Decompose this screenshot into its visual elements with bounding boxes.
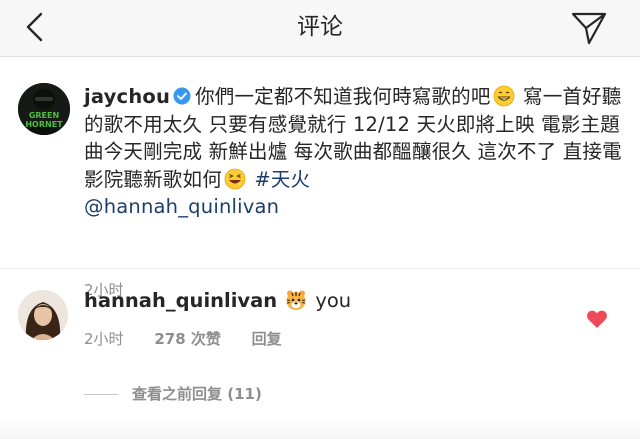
top-bar: 评论	[0, 0, 640, 57]
comment-timestamp: 2小时	[84, 330, 124, 348]
avatar[interactable]: GREEN HORNET	[18, 83, 70, 135]
page-title: 评论	[297, 14, 343, 40]
tiger-face-emoji-icon	[286, 290, 306, 310]
caption-text: jaychou 你們一定都不知道我何時寫歌的吧 寫一首好聽的歌不用太久 只要有感覺…	[84, 83, 624, 221]
hashtag-link[interactable]: #天火	[254, 168, 310, 191]
comment-row: hannah_quinlivan you	[84, 287, 564, 314]
commenter-avatar[interactable]	[18, 290, 68, 340]
bottom-edge	[0, 418, 640, 439]
laughing-face-emoji-icon	[224, 168, 246, 189]
profile-photo-icon	[18, 290, 68, 340]
reply-button[interactable]: 回复	[252, 330, 282, 348]
replies-divider-line	[84, 394, 118, 395]
send-direct-icon[interactable]	[570, 9, 608, 47]
mention-link[interactable]: @hannah_quinlivan	[84, 195, 279, 218]
post-username[interactable]: jaychou	[84, 85, 170, 108]
comment-meta: 2小时 278 次赞 回复	[84, 328, 308, 349]
divider	[0, 268, 640, 269]
verified-badge-icon	[173, 87, 191, 105]
avatar-text-line2: HORNET	[25, 120, 63, 129]
view-previous-replies[interactable]: 查看之前回复 (11)	[84, 383, 262, 404]
heart-like-icon[interactable]	[586, 309, 608, 329]
comment-text: you	[309, 289, 352, 312]
caption-part1: 你們一定都不知道我何時寫歌的吧	[195, 85, 491, 108]
grinning-face-emoji-icon	[493, 85, 514, 107]
view-replies-label: 查看之前回复 (11)	[132, 385, 262, 403]
avatar-text-line1: GREEN	[29, 111, 59, 120]
comment-likes[interactable]: 278 次赞	[154, 330, 221, 348]
comment-username[interactable]: hannah_quinlivan	[84, 289, 277, 312]
green-hornet-avatar-icon: GREEN HORNET	[18, 83, 70, 135]
post-caption-block: GREEN HORNET jaychou 你們一定都不知道我何時寫歌的吧 寫一首好…	[0, 57, 640, 299]
